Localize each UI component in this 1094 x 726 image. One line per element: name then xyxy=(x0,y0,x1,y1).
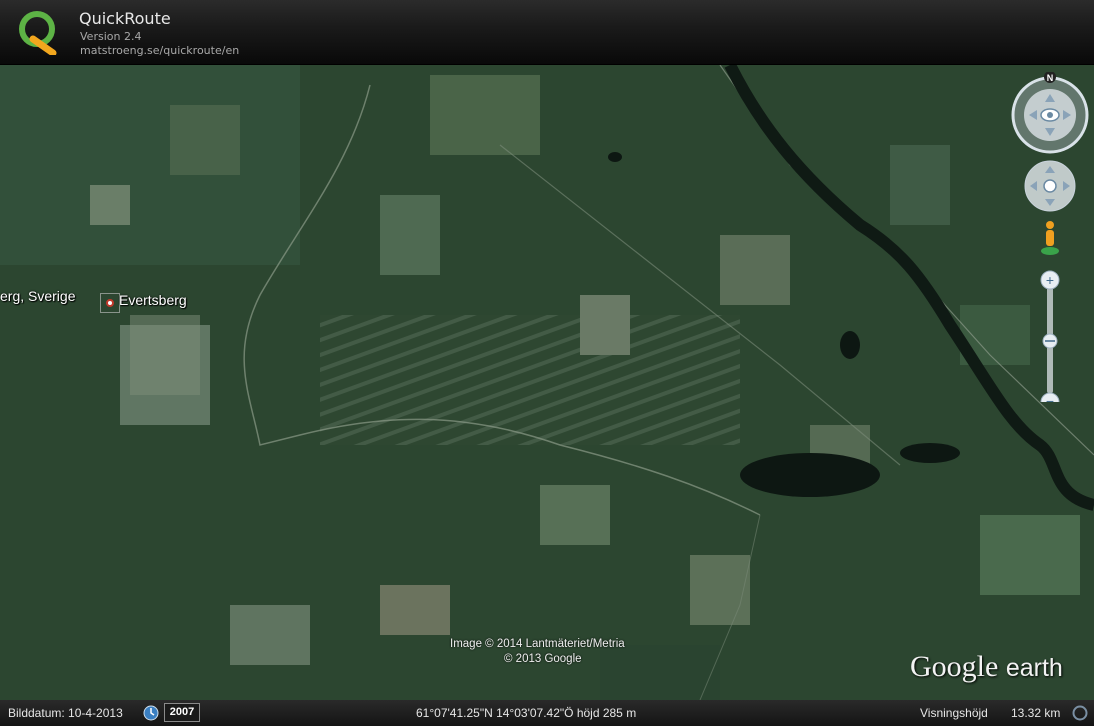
attribution-image: Image © 2014 Lantmäteriet/Metria xyxy=(450,638,625,650)
imagery-year[interactable]: 2007 xyxy=(164,703,200,722)
pointer-coordinates: 61°07'41.25"N 14°03'07.42"Ö höjd 285 m xyxy=(416,706,637,720)
look-control-icon[interactable] xyxy=(1011,76,1089,154)
zoom-slider-thumb[interactable] xyxy=(1042,333,1058,349)
zoom-in-button[interactable]: + xyxy=(1040,270,1060,290)
eye-altitude-value: 13.32 km xyxy=(1011,706,1061,720)
image-date: Bilddatum: 10-4-2013 xyxy=(8,706,123,720)
street-view-pegman-icon[interactable] xyxy=(1041,221,1059,255)
eye-altitude-label: Visningshöjd xyxy=(920,706,988,720)
move-control-icon[interactable] xyxy=(1024,160,1076,212)
google-earth-logo: Google earth xyxy=(910,650,1063,684)
historical-imagery-clock-icon[interactable] xyxy=(143,705,159,721)
app-title: QuickRoute xyxy=(79,9,171,28)
zoom-out-label: − xyxy=(1046,393,1054,402)
google-earth-logo-earth: earth xyxy=(1005,654,1063,682)
satellite-imagery xyxy=(0,65,1094,700)
attribution-google: © 2013 Google xyxy=(504,653,582,665)
status-bar: Bilddatum: 10-4-2013 2007 61°07'41.25"N … xyxy=(0,700,1094,726)
app-url[interactable]: matstroeng.se/quickroute/en xyxy=(80,44,239,57)
place-label-evertsberg[interactable]: Evertsberg xyxy=(119,292,187,308)
quickroute-logo-icon xyxy=(19,11,57,55)
zoom-out-button[interactable]: − xyxy=(1040,392,1060,402)
google-earth-logo-google: Google xyxy=(910,650,999,683)
compass-north-label: N xyxy=(1047,73,1054,83)
navigation-controls: N + − xyxy=(1011,72,1089,402)
zoom-in-label: + xyxy=(1046,272,1054,288)
place-marker-icon[interactable] xyxy=(100,293,120,313)
streaming-progress-icon xyxy=(1072,705,1088,721)
place-label-left[interactable]: erg, Sverige xyxy=(0,288,75,304)
app-header: QuickRoute Version 2.4 matstroeng.se/qui… xyxy=(0,0,1094,64)
satellite-map-view[interactable]: erg, Sverige Evertsberg Image © 2014 Lan… xyxy=(0,65,1094,700)
app-version: Version 2.4 xyxy=(80,30,142,43)
